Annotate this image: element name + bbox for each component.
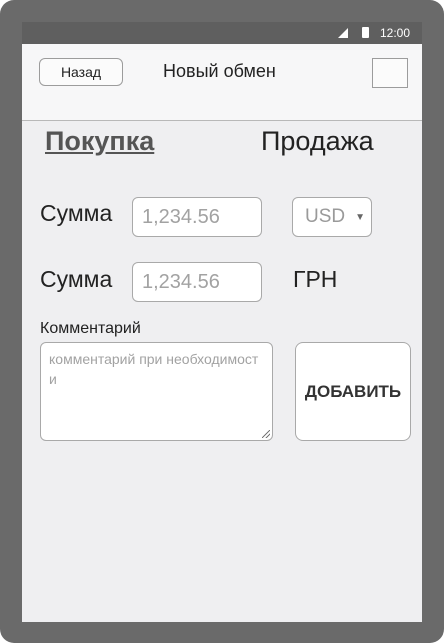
signal-icon xyxy=(338,28,348,38)
resize-handle-icon[interactable] xyxy=(262,430,270,438)
back-button[interactable]: Назад xyxy=(39,58,123,86)
page-title: Новый обмен xyxy=(163,61,276,81)
screen: 12:00 Назад Новый обмен Покупка Продажа … xyxy=(22,22,422,622)
battery-icon xyxy=(362,27,369,38)
tab-sell[interactable]: Продажа xyxy=(261,126,374,157)
nav-action-button[interactable] xyxy=(372,58,408,88)
amount-label-2: Сумма xyxy=(40,266,113,292)
amount-input-1[interactable]: 1,234.56 xyxy=(132,197,262,237)
currency-select[interactable]: USD ▼ xyxy=(292,197,372,237)
nav-bar: Назад Новый обмен xyxy=(22,44,422,121)
currency-select-value: USD xyxy=(305,206,346,227)
status-time: 12:00 xyxy=(380,26,411,40)
comment-label: Комментарий xyxy=(40,320,141,337)
tab-buy[interactable]: Покупка xyxy=(45,126,154,157)
amount-label-1: Сумма xyxy=(40,200,113,226)
chevron-down-icon: ▼ xyxy=(355,212,365,223)
comment-textarea[interactable]: комментарий при необходимости xyxy=(40,342,273,441)
comment-placeholder: комментарий при необходимости xyxy=(49,351,259,387)
status-bar: 12:00 xyxy=(22,22,422,44)
add-button[interactable]: ДОБАВИТЬ xyxy=(295,342,411,441)
amount-input-2[interactable]: 1,234.56 xyxy=(132,262,262,302)
currency-label: ГРН xyxy=(293,266,338,292)
device-frame: 12:00 Назад Новый обмен Покупка Продажа … xyxy=(0,0,444,643)
